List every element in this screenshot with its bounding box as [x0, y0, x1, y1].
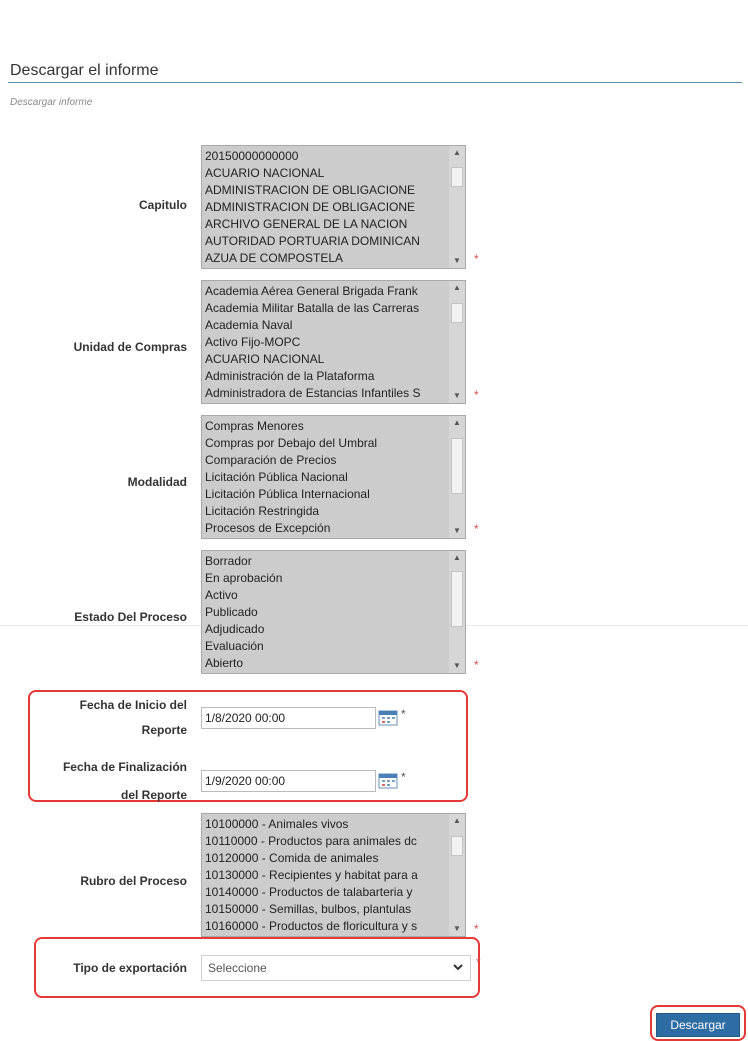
list-option[interactable]: ADMINISTRACION DE OBLIGACIONE [205, 182, 448, 199]
list-option[interactable]: Comparación de Precios [205, 452, 448, 469]
list-option[interactable]: Borrador [205, 553, 448, 570]
list-option[interactable]: Activo Fijo-MOPC [205, 334, 448, 351]
unidad-compras-options: Academia Aérea General Brigada Frank Acad… [205, 283, 448, 402]
required-marker: * [474, 922, 479, 936]
unidad-compras-label: Unidad de Compras [73, 340, 187, 354]
fecha-inicio-label-line1: Fecha de Inicio del [79, 698, 187, 712]
modalidad-label: Modalidad [127, 475, 187, 489]
rubro-proceso-listbox[interactable]: 10100000 - Animales vivos 10110000 - Prod… [201, 813, 466, 937]
download-button[interactable]: Descargar [656, 1013, 740, 1037]
required-marker: * [474, 388, 479, 402]
calendar-icon[interactable] [378, 709, 398, 726]
scroll-down-icon[interactable]: ▼ [451, 923, 463, 935]
scroll-up-icon[interactable]: ▲ [451, 815, 463, 827]
list-option[interactable]: 10150000 - Semillas, bulbos, plantulas [205, 901, 448, 918]
modalidad-options: Compras Menores Compras por Debajo del Um… [205, 418, 448, 537]
list-option[interactable]: 20150000000000 [205, 148, 448, 165]
list-option[interactable]: 10100000 - Animales vivos [205, 816, 448, 833]
required-marker: * [474, 252, 479, 266]
unidad-compras-listbox[interactable]: Academia Aérea General Brigada Frank Acad… [201, 280, 466, 404]
tipo-exportacion-value: Seleccione [208, 961, 267, 975]
scrollbar[interactable]: ▲ ▼ [449, 146, 465, 268]
list-option[interactable]: Publicado [205, 604, 448, 621]
page-subtitle: Descargar informe [10, 97, 93, 108]
page-title: Descargar el informe [10, 62, 159, 79]
fecha-fin-label-line1: Fecha de Finalización [62, 760, 187, 774]
scroll-thumb[interactable] [451, 167, 463, 187]
required-marker: * [401, 707, 406, 721]
list-option[interactable]: En aprobación [205, 570, 448, 587]
scroll-down-icon[interactable]: ▼ [451, 390, 463, 402]
capitulo-label: Capitulo [139, 198, 187, 212]
calendar-icon[interactable] [378, 772, 398, 789]
estado-proceso-label: Estado Del Proceso [74, 610, 187, 624]
list-option[interactable]: Adjudicado [205, 621, 448, 638]
scroll-up-icon[interactable]: ▲ [451, 552, 463, 564]
list-option[interactable]: 10120000 - Comida de animales [205, 850, 448, 867]
scrollbar[interactable]: ▲ ▼ [449, 281, 465, 403]
scrollbar[interactable]: ▲ ▼ [449, 814, 465, 936]
list-option[interactable]: Licitación Restringida [205, 503, 448, 520]
list-option[interactable]: Academia Militar Batalla de las Carreras [205, 300, 448, 317]
list-option[interactable]: Activo [205, 587, 448, 604]
list-option[interactable]: Licitación Pública Internacional [205, 486, 448, 503]
list-option[interactable]: ACUARIO NACIONAL [205, 165, 448, 182]
chevron-down-icon [453, 964, 463, 971]
list-option[interactable]: Evaluación [205, 638, 448, 655]
required-marker: * [474, 522, 479, 536]
required-marker: * [474, 658, 479, 672]
required-marker: * [476, 955, 481, 969]
tipo-exportacion-label: Tipo de exportación [73, 961, 187, 975]
required-marker: * [401, 770, 406, 784]
scroll-up-icon[interactable]: ▲ [451, 282, 463, 294]
list-option[interactable]: Academia Aérea General Brigada Frank [205, 283, 448, 300]
scrollbar[interactable]: ▲ ▼ [449, 416, 465, 538]
modalidad-listbox[interactable]: Compras Menores Compras por Debajo del Um… [201, 415, 466, 539]
rubro-proceso-options: 10100000 - Animales vivos 10110000 - Prod… [205, 816, 448, 935]
scroll-down-icon[interactable]: ▼ [451, 660, 463, 672]
list-option[interactable]: ARCHIVO GENERAL DE LA NACION [205, 216, 448, 233]
fecha-fin-input[interactable]: 1/9/2020 00:00 [201, 770, 376, 792]
list-option[interactable]: 10110000 - Productos para animales dc [205, 833, 448, 850]
rubro-proceso-label: Rubro del Proceso [80, 874, 187, 888]
list-option[interactable]: Compras por Debajo del Umbral [205, 435, 448, 452]
fecha-inicio-input[interactable]: 1/8/2020 00:00 [201, 707, 376, 729]
fecha-fin-label-line2: del Reporte [120, 788, 187, 802]
list-option[interactable]: 10160000 - Productos de floricultura y s [205, 918, 448, 935]
capitulo-options: 20150000000000 ACUARIO NACIONAL ADMINISTRA… [205, 148, 448, 267]
list-option[interactable]: Procesos de Excepción [205, 520, 448, 537]
list-option[interactable]: Administración de la Plataforma [205, 368, 448, 385]
estado-proceso-listbox[interactable]: Borrador En aprobación Activo Publicado Adju… [201, 550, 466, 674]
title-divider [8, 82, 742, 83]
scroll-up-icon[interactable]: ▲ [451, 417, 463, 429]
list-option[interactable]: Compras Menores [205, 418, 448, 435]
scroll-up-icon[interactable]: ▲ [451, 147, 463, 159]
scroll-thumb[interactable] [451, 836, 463, 856]
scrollbar[interactable]: ▲ ▼ [449, 551, 465, 673]
list-option[interactable]: Administradora de Estancias Infantiles S [205, 385, 448, 402]
list-option[interactable]: Academia Naval [205, 317, 448, 334]
list-option[interactable]: AZUA DE COMPOSTELA [205, 250, 448, 267]
scroll-down-icon[interactable]: ▼ [451, 255, 463, 267]
capitulo-listbox[interactable]: 20150000000000 ACUARIO NACIONAL ADMINISTRA… [201, 145, 466, 269]
scroll-thumb[interactable] [451, 571, 463, 627]
list-option[interactable]: ACUARIO NACIONAL [205, 351, 448, 368]
list-option[interactable]: AUTORIDAD PORTUARIA DOMINICAN [205, 233, 448, 250]
tipo-exportacion-select[interactable]: Seleccione [201, 955, 471, 981]
list-option[interactable]: 10130000 - Recipientes y habitat para a [205, 867, 448, 884]
estado-proceso-options: Borrador En aprobación Activo Publicado Adju… [205, 553, 448, 672]
scroll-thumb[interactable] [451, 438, 463, 494]
list-option[interactable]: 10140000 - Productos de talabarteria y [205, 884, 448, 901]
list-option[interactable]: Licitación Pública Nacional [205, 469, 448, 486]
fecha-inicio-label-line2: Reporte [141, 723, 187, 737]
list-option[interactable]: Abierto [205, 655, 448, 672]
scroll-down-icon[interactable]: ▼ [451, 525, 463, 537]
scroll-thumb[interactable] [451, 303, 463, 323]
list-option[interactable]: ADMINISTRACION DE OBLIGACIONE [205, 199, 448, 216]
